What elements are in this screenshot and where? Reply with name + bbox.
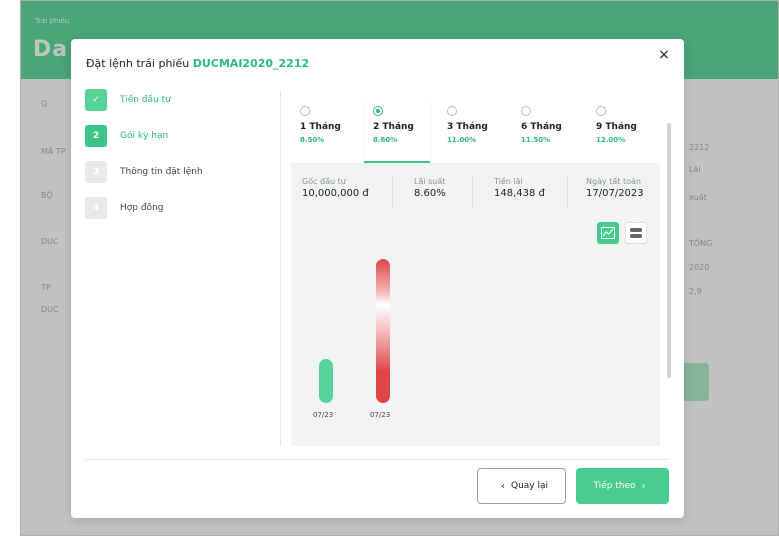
order-modal: × Đặt lệnh trái phiếu DUCMAI2020_2212 ✓ …	[71, 39, 684, 518]
chevron-right-icon: ›	[641, 480, 646, 492]
principal-label: Gốc đầu tư	[302, 177, 346, 186]
bar-label: 07/23	[313, 411, 334, 419]
check-icon: ✓	[85, 89, 107, 111]
term-option-3-month[interactable]: 3 Tháng 11.00%	[438, 97, 504, 163]
divider	[280, 91, 281, 446]
step-label: Thông tin đặt lệnh	[120, 167, 203, 177]
bar-total	[376, 259, 390, 403]
list-icon	[630, 228, 642, 238]
term-rate: 11.50%	[521, 136, 551, 144]
bar-principal	[319, 359, 333, 403]
term-name: 6 Tháng	[521, 122, 562, 132]
principal-value: 10,000,000 đ	[302, 188, 369, 199]
term-name: 2 Tháng	[373, 122, 414, 132]
modal-title: Đặt lệnh trái phiếu DUCMAI2020_2212	[86, 57, 309, 70]
chart-view-button[interactable]	[597, 222, 619, 244]
step-label: Tiền đầu tư	[120, 95, 171, 105]
close-icon[interactable]: ×	[656, 47, 672, 63]
scrollbar[interactable]	[667, 123, 671, 378]
next-button-label: Tiếp theo	[593, 481, 636, 491]
term-rate: 12.00%	[596, 136, 626, 144]
back-button[interactable]: ‹ Quay lại	[477, 468, 566, 504]
maturity-value: 17/07/2023	[586, 188, 644, 199]
step-label: Gói kỳ hạn	[120, 131, 169, 141]
bar-label: 07/23	[370, 411, 391, 419]
term-selector: 1 Tháng 8.50% 2 Tháng 8.60% 3 Tháng 11.0…	[291, 97, 661, 163]
rate-value: 8.60%	[414, 188, 446, 199]
step-term-package[interactable]: 2 Gói kỳ hạn	[85, 125, 168, 147]
interest-label: Tiền lãi	[494, 177, 523, 186]
term-option-1-month[interactable]: 1 Tháng 8.50%	[291, 97, 357, 163]
rate-label: Lãi suất	[414, 177, 446, 186]
step-contract: 4 Hợp đồng	[85, 197, 163, 219]
footer-divider	[85, 459, 670, 460]
term-rate: 8.60%	[373, 136, 398, 144]
radio-selected-icon	[373, 106, 383, 116]
term-option-9-month[interactable]: 9 Tháng 12.00%	[587, 97, 653, 163]
summary-panel: Gốc đầu tư 10,000,000 đ Lãi suất 8.60% T…	[291, 163, 660, 446]
step-number: 2	[85, 125, 107, 147]
modal-title-prefix: Đặt lệnh trái phiếu	[86, 57, 193, 70]
bond-code: DUCMAI2020_2212	[192, 57, 310, 70]
radio-icon	[596, 106, 606, 116]
divider	[392, 177, 393, 207]
interest-value: 148,438 đ	[494, 188, 545, 199]
term-name: 3 Tháng	[447, 122, 488, 132]
maturity-label: Ngày tất toán	[586, 177, 641, 186]
step-number: 4	[85, 197, 107, 219]
radio-icon	[447, 106, 457, 116]
term-name: 1 Tháng	[300, 122, 341, 132]
term-option-2-month[interactable]: 2 Tháng 8.60%	[364, 97, 430, 163]
line-chart-icon	[601, 227, 615, 239]
radio-icon	[521, 106, 531, 116]
term-rate: 8.50%	[300, 136, 325, 144]
step-label: Hợp đồng	[120, 203, 164, 213]
term-option-6-month[interactable]: 6 Tháng 11.50%	[512, 97, 578, 163]
maturity-info: Ngày tất toán 17/07/2023	[586, 177, 644, 199]
step-number: 3	[85, 161, 107, 183]
chevron-left-icon: ‹	[500, 480, 505, 492]
next-button[interactable]: Tiếp theo ›	[576, 468, 669, 504]
back-button-label: Quay lại	[510, 481, 548, 491]
interest-info: Tiền lãi 148,438 đ	[494, 177, 545, 199]
rate-info: Lãi suất 8.60%	[414, 177, 446, 199]
divider	[567, 177, 568, 207]
step-order-info: 3 Thông tin đặt lệnh	[85, 161, 203, 183]
term-rate: 11.00%	[447, 136, 477, 144]
list-view-button[interactable]	[625, 222, 647, 244]
divider	[472, 177, 473, 207]
term-name: 9 Tháng	[596, 122, 637, 132]
step-investment-amount[interactable]: ✓ Tiền đầu tư	[85, 89, 171, 111]
radio-icon	[300, 106, 310, 116]
principal-info: Gốc đầu tư 10,000,000 đ	[302, 177, 369, 199]
investment-chart: 07/23 07/23	[313, 253, 439, 443]
